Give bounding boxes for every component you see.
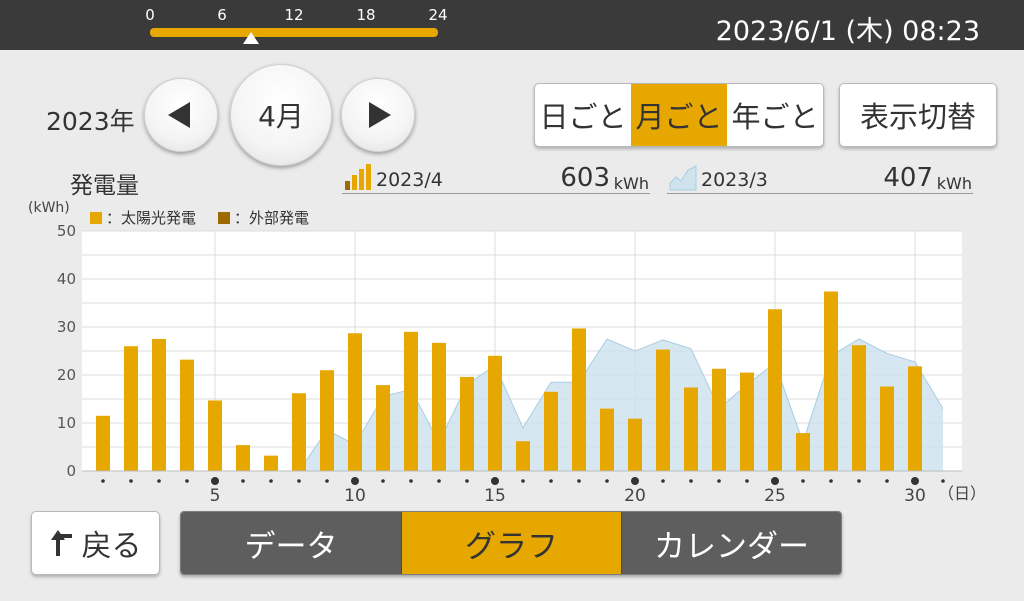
x-minor-dot xyxy=(101,479,105,483)
y-tick-label: 40 xyxy=(57,270,76,288)
back-button[interactable]: 戻る xyxy=(31,511,160,575)
x-major-dot xyxy=(351,477,359,485)
x-minor-dot xyxy=(941,479,945,483)
bar-day-23 xyxy=(712,368,726,471)
x-minor-dot xyxy=(129,479,133,483)
bar-day-14 xyxy=(460,376,474,471)
view-tabs: データ グラフ カレンダー xyxy=(180,511,842,575)
x-tick-label: 10 xyxy=(344,486,366,506)
bar-day-1 xyxy=(96,415,110,471)
y-tick-label: 30 xyxy=(57,318,76,336)
x-tick-label: 25 xyxy=(764,486,786,506)
x-minor-dot xyxy=(157,479,161,483)
bar-day-6 xyxy=(236,445,250,471)
generation-chart: 0 10 20 30 40 50 5 10 15 20 25 30 （日） xyxy=(57,222,986,506)
x-minor-dot xyxy=(857,479,861,483)
x-minor-dot xyxy=(381,479,385,483)
back-label: 戻る xyxy=(81,529,142,564)
x-major-dot xyxy=(211,477,219,485)
x-major-dot xyxy=(631,477,639,485)
x-minor-dot xyxy=(185,479,189,483)
bar-day-25 xyxy=(768,309,782,471)
bar-day-21 xyxy=(656,349,670,471)
y-tick-label: 20 xyxy=(57,366,76,384)
x-minor-dot xyxy=(829,479,833,483)
x-minor-dot xyxy=(269,479,273,483)
bar-day-11 xyxy=(376,385,390,471)
x-minor-dot xyxy=(717,479,721,483)
bar-day-8 xyxy=(292,393,306,471)
y-tick-label: 10 xyxy=(57,414,76,432)
tab-calendar[interactable]: カレンダー xyxy=(621,512,841,574)
x-tick-label: 30 xyxy=(904,486,926,506)
x-minor-dot xyxy=(465,479,469,483)
x-minor-dot xyxy=(885,479,889,483)
bar-day-24 xyxy=(740,372,754,471)
bar-day-18 xyxy=(572,328,586,471)
bar-day-22 xyxy=(684,387,698,471)
x-minor-dot xyxy=(577,479,581,483)
x-minor-dot xyxy=(409,479,413,483)
bar-day-13 xyxy=(432,342,446,471)
x-minor-dot xyxy=(745,479,749,483)
bar-day-5 xyxy=(208,400,222,471)
y-tick-label: 0 xyxy=(66,462,76,480)
bar-day-29 xyxy=(880,386,894,471)
x-minor-dot xyxy=(689,479,693,483)
bar-day-26 xyxy=(796,433,810,471)
bar-day-15 xyxy=(488,355,502,471)
x-tick-label: 20 xyxy=(624,486,646,506)
x-minor-dot xyxy=(437,479,441,483)
tab-data[interactable]: データ xyxy=(181,512,401,574)
x-major-dot xyxy=(911,477,919,485)
back-arrow-icon xyxy=(50,530,72,556)
bar-day-16 xyxy=(516,441,530,471)
x-minor-dot xyxy=(521,479,525,483)
bar-day-10 xyxy=(348,333,362,471)
x-minor-dot xyxy=(325,479,329,483)
bar-day-3 xyxy=(152,339,166,471)
bar-day-20 xyxy=(628,418,642,471)
x-major-dot xyxy=(491,477,499,485)
x-minor-dot xyxy=(661,479,665,483)
x-major-dot xyxy=(771,477,779,485)
x-minor-dot xyxy=(549,479,553,483)
x-minor-dot xyxy=(241,479,245,483)
bar-day-30 xyxy=(908,366,922,471)
tab-graph[interactable]: グラフ xyxy=(401,512,621,574)
x-minor-dot xyxy=(801,479,805,483)
bar-day-12 xyxy=(404,331,418,471)
bar-day-2 xyxy=(124,346,138,471)
x-tick-label: 5 xyxy=(210,486,221,506)
x-tick-label: 15 xyxy=(484,486,506,506)
bar-day-17 xyxy=(544,391,558,471)
bar-day-27 xyxy=(824,291,838,471)
x-axis-unit: （日） xyxy=(938,484,986,503)
bar-day-9 xyxy=(320,370,334,471)
bar-day-28 xyxy=(852,345,866,471)
bar-day-7 xyxy=(264,455,278,471)
y-tick-label: 50 xyxy=(57,222,76,240)
bar-day-19 xyxy=(600,408,614,471)
x-minor-dot xyxy=(297,479,301,483)
bar-day-4 xyxy=(180,359,194,471)
x-minor-dot xyxy=(605,479,609,483)
